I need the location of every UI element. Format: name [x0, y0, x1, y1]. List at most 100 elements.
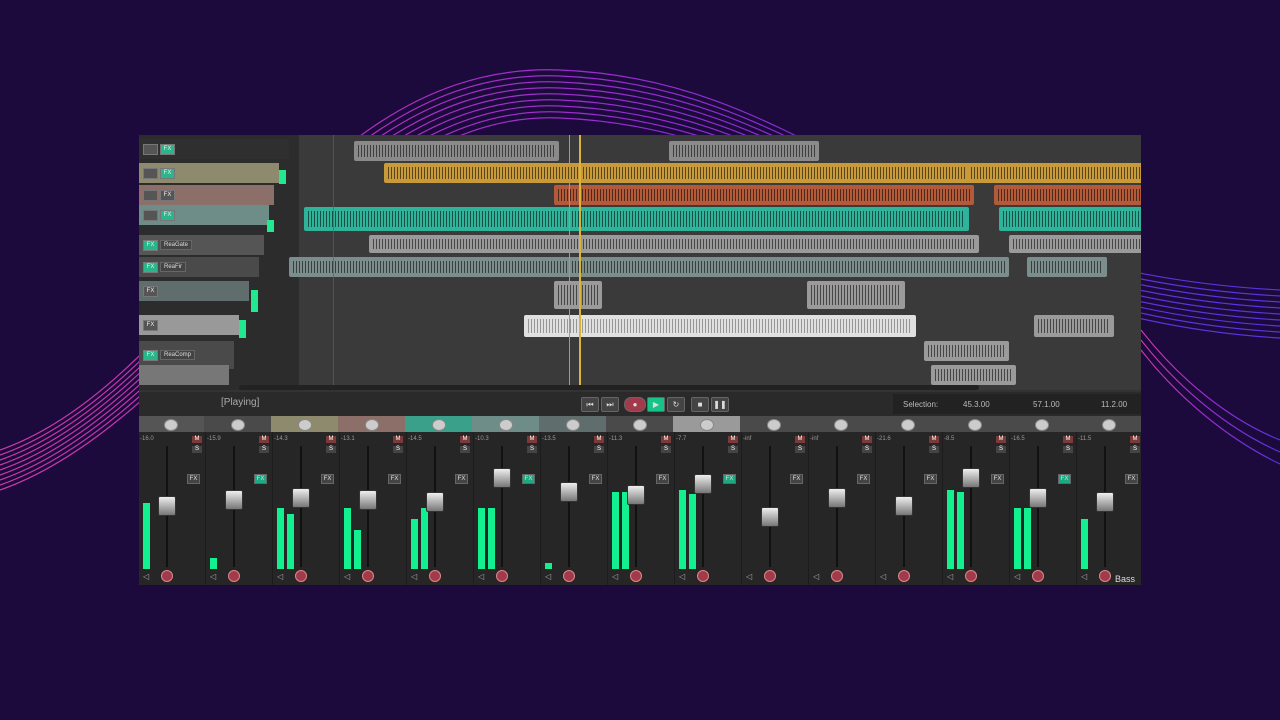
fx-button[interactable]: FX	[160, 167, 175, 179]
media-item[interactable]	[999, 207, 1141, 231]
volume-fader[interactable]	[1096, 492, 1114, 512]
solo-button[interactable]: S	[259, 446, 269, 453]
go-start-button[interactable]: ⏮	[581, 397, 599, 412]
phase-icon[interactable]: ◁	[612, 572, 618, 581]
mute-button[interactable]: M	[996, 436, 1006, 443]
phase-icon[interactable]: ◁	[1081, 572, 1087, 581]
mute-button[interactable]: M	[728, 436, 738, 443]
solo-button[interactable]: S	[594, 446, 604, 453]
mute-button[interactable]: M	[862, 436, 872, 443]
edit-cursor[interactable]	[569, 135, 570, 390]
pan-knob[interactable]	[700, 419, 714, 431]
pan-knob[interactable]	[499, 419, 513, 431]
track-header[interactable]: FX	[139, 139, 289, 159]
solo-button[interactable]: S	[862, 446, 872, 453]
fx-button[interactable]: FX	[1125, 474, 1138, 484]
stop-button[interactable]: ■	[691, 397, 709, 412]
play-cursor[interactable]	[579, 135, 581, 390]
fader-track[interactable]	[501, 446, 503, 567]
media-item[interactable]	[967, 163, 1141, 183]
fader-track[interactable]	[970, 446, 972, 567]
fx-button[interactable]: FX	[589, 474, 602, 484]
record-arm-button[interactable]	[898, 570, 910, 582]
volume-fader[interactable]	[761, 507, 779, 527]
media-item[interactable]	[994, 185, 1141, 205]
track-header[interactable]: FX	[139, 315, 239, 335]
volume-fader[interactable]	[158, 496, 176, 516]
fx-button[interactable]: FX	[455, 474, 468, 484]
phase-icon[interactable]: ◁	[210, 572, 216, 581]
pan-knob[interactable]	[1035, 419, 1049, 431]
fx-button[interactable]: FX	[160, 143, 175, 155]
media-item[interactable]	[554, 185, 974, 205]
fx-button[interactable]: FX	[991, 474, 1004, 484]
track-header[interactable]: FX	[139, 185, 274, 205]
record-arm-button[interactable]	[1099, 570, 1111, 582]
volume-fader[interactable]	[895, 496, 913, 516]
solo-button[interactable]: S	[393, 446, 403, 453]
phase-icon[interactable]: ◁	[478, 572, 484, 581]
mute-button[interactable]: M	[393, 436, 403, 443]
mute-button[interactable]: M	[1130, 436, 1140, 443]
solo-button[interactable]: S	[1063, 446, 1073, 453]
record-arm-button[interactable]	[228, 570, 240, 582]
fader-track[interactable]	[635, 446, 637, 567]
plugin-slot[interactable]: ReaComp	[160, 350, 196, 360]
media-item[interactable]	[354, 141, 559, 161]
pan-knob[interactable]	[901, 419, 915, 431]
pan-knob[interactable]	[1102, 419, 1116, 431]
solo-button[interactable]: S	[996, 446, 1006, 453]
media-item[interactable]	[924, 341, 1009, 361]
media-item[interactable]	[669, 141, 819, 161]
volume-fader[interactable]	[627, 485, 645, 505]
track-header[interactable]: FX ReaGate	[139, 235, 264, 255]
record-arm-button[interactable]	[764, 570, 776, 582]
media-item-selected[interactable]	[524, 315, 916, 337]
media-item[interactable]	[289, 257, 1009, 277]
volume-fader[interactable]	[493, 468, 511, 488]
mute-button[interactable]: M	[460, 436, 470, 443]
solo-button[interactable]: S	[795, 446, 805, 453]
record-arm-button[interactable]	[831, 570, 843, 582]
mute-button[interactable]: M	[929, 436, 939, 443]
fx-button[interactable]: FX	[790, 474, 803, 484]
track-header[interactable]: FX	[139, 163, 279, 183]
pan-knob[interactable]	[968, 419, 982, 431]
record-arm-button[interactable]	[496, 570, 508, 582]
volume-fader[interactable]	[962, 468, 980, 488]
solo-button[interactable]: S	[460, 446, 470, 453]
media-item[interactable]	[931, 365, 1016, 385]
fx-button[interactable]: FX	[143, 261, 158, 273]
mute-button[interactable]: M	[326, 436, 336, 443]
media-item[interactable]	[1034, 315, 1114, 337]
mute-button[interactable]: M	[1063, 436, 1073, 443]
record-arm-button[interactable]	[630, 570, 642, 582]
mute-button[interactable]	[143, 189, 158, 201]
fx-button[interactable]: FX	[321, 474, 334, 484]
selection-start[interactable]: 45.3.00	[963, 400, 990, 409]
plugin-slot[interactable]: ReaFir	[160, 262, 187, 272]
pan-knob[interactable]	[231, 419, 245, 431]
volume-fader[interactable]	[292, 488, 310, 508]
solo-button[interactable]: S	[929, 446, 939, 453]
pan-knob[interactable]	[298, 419, 312, 431]
mute-button[interactable]: M	[594, 436, 604, 443]
media-item[interactable]	[1027, 257, 1107, 277]
record-arm-button[interactable]	[161, 570, 173, 582]
record-button[interactable]: ●	[624, 397, 646, 412]
fx-button[interactable]: FX	[143, 349, 158, 361]
media-item[interactable]	[554, 281, 602, 309]
fx-button[interactable]: FX	[522, 474, 535, 484]
phase-icon[interactable]: ◁	[880, 572, 886, 581]
fx-button[interactable]: FX	[160, 209, 175, 221]
fx-button[interactable]: FX	[143, 239, 158, 251]
record-arm-button[interactable]	[429, 570, 441, 582]
fx-button[interactable]: FX	[857, 474, 870, 484]
fx-button[interactable]: FX	[143, 319, 158, 331]
phase-icon[interactable]: ◁	[746, 572, 752, 581]
fx-button[interactable]: FX	[924, 474, 937, 484]
selection-end[interactable]: 57.1.00	[1033, 400, 1060, 409]
fx-button[interactable]: FX	[723, 474, 736, 484]
selection-length[interactable]: 11.2.00	[1101, 400, 1127, 409]
pan-knob[interactable]	[834, 419, 848, 431]
